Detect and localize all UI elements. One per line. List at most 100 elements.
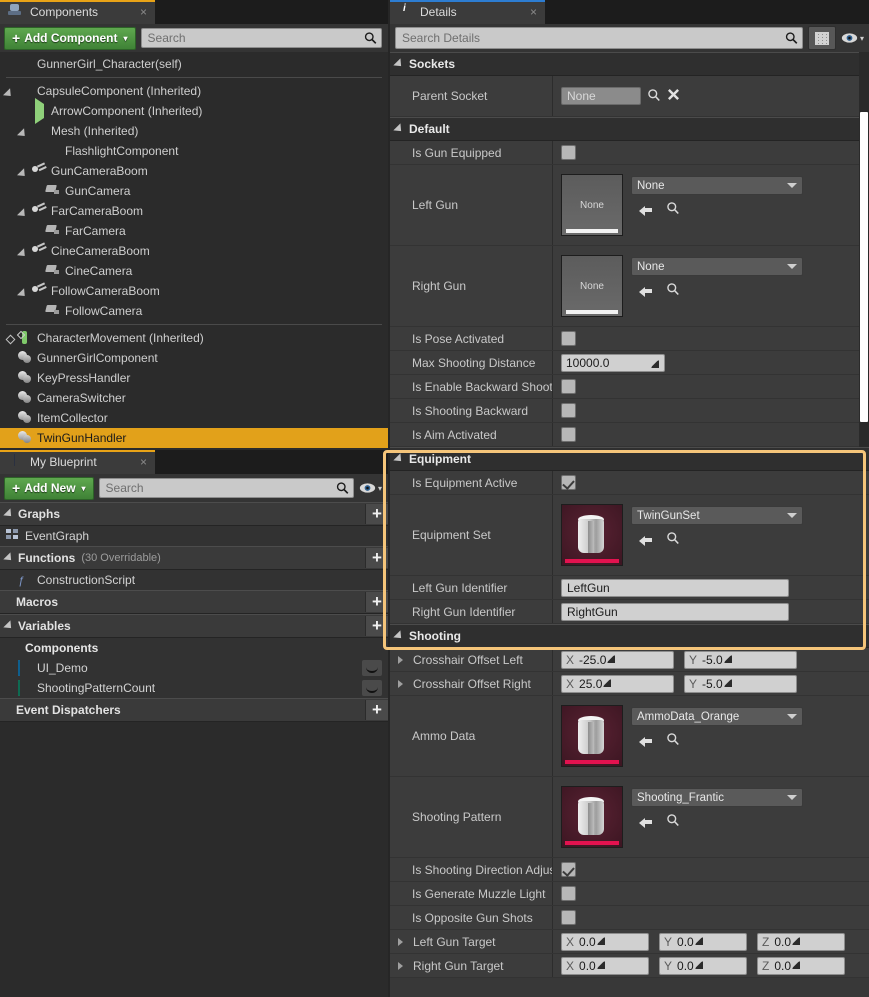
add-new-button[interactable]: + Add New ▾ [4,476,94,500]
add-functions-button[interactable]: + [365,548,388,568]
spinner-icon[interactable] [723,653,733,667]
browse-icon[interactable] [647,88,661,105]
details-eye-button[interactable]: ▾ [841,32,864,44]
vector-component-input[interactable]: X -25.0 [561,650,674,669]
component-tree-item[interactable]: CharacterMovement (Inherited) [0,328,388,348]
collapse-arrow-icon[interactable] [398,937,408,946]
expand-arrow-icon[interactable] [3,508,15,520]
details-content[interactable]: Sockets Parent Socket None Default Is Gun Eq… [390,52,869,993]
component-tree-item[interactable]: Mesh (Inherited) [0,121,388,141]
component-tree-item[interactable]: GunnerGirl_Character(self) [0,54,388,74]
component-tree-item[interactable]: CapsuleComponent (Inherited) [0,81,388,101]
browse-to-asset-icon[interactable] [666,732,680,749]
empty-thumbnail[interactable]: None [561,255,623,317]
spinner-icon[interactable] [723,677,733,691]
checkbox[interactable] [561,145,576,160]
add-variables-button[interactable]: + [365,616,388,636]
checkbox[interactable] [561,862,576,877]
asset-combo-box[interactable]: TwinGunSet [631,506,803,525]
spinner-icon[interactable] [650,358,660,368]
use-selected-asset-icon[interactable] [639,816,652,828]
checkbox[interactable] [561,910,576,925]
vector-component-input[interactable]: Z 0.0 [757,932,845,951]
my-blueprint-section-header[interactable]: Functions (30 Overridable) + [0,546,388,570]
vector-component-input[interactable]: Y 0.0 [659,932,747,951]
checkbox[interactable] [561,427,576,442]
vector-component-input[interactable]: Z 0.0 [757,956,845,975]
component-tree-item[interactable]: FarCamera [0,221,388,241]
eye-closed-icon[interactable] [362,680,382,696]
browse-to-asset-icon[interactable] [666,201,680,218]
expand-arrow-icon[interactable] [393,630,405,642]
component-tree-item[interactable]: FlashlightComponent [0,141,388,161]
my-blueprint-search-input[interactable]: Search [98,478,354,498]
component-tree-item[interactable]: FarCameraBoom [0,201,388,221]
spinner-icon[interactable] [791,935,801,949]
my-blueprint-item[interactable]: UI_Demo [0,658,388,678]
use-selected-asset-icon[interactable] [639,285,652,297]
asset-thumbnail[interactable] [561,705,623,767]
component-tree-item[interactable]: FollowCamera [0,301,388,321]
spinner-icon[interactable] [602,677,612,691]
asset-thumbnail[interactable] [561,786,623,848]
use-selected-asset-icon[interactable] [639,204,652,216]
my-blueprint-eye-button[interactable]: ▾ [359,482,382,494]
details-search-input[interactable]: Search Details [395,27,803,49]
my-blueprint-item[interactable]: Components [0,0,869,997]
asset-combo-box[interactable]: AmmoData_Orange [631,707,803,726]
expand-arrow-icon[interactable] [20,246,30,256]
checkbox[interactable] [561,403,576,418]
spinner-icon[interactable] [606,653,616,667]
tab-details[interactable]: Details × [390,0,545,24]
spinner-icon[interactable] [694,959,704,973]
details-category-header[interactable]: Default [390,117,869,141]
tab-components[interactable]: Components × [0,0,155,24]
my-blueprint-section-header[interactable]: Macros + [0,590,388,614]
component-tree-item[interactable]: KeyPressHandler [0,368,388,388]
use-selected-asset-icon[interactable] [639,735,652,747]
vector-component-input[interactable]: X 0.0 [561,932,649,951]
vector-component-input[interactable]: X 0.0 [561,956,649,975]
my-blueprint-section-header[interactable]: Graphs + [0,502,388,526]
details-category-header[interactable]: Shooting [390,624,869,648]
checkbox[interactable] [561,886,576,901]
component-tree-item[interactable]: GunCameraBoom [0,161,388,181]
add-graphs-button[interactable]: + [365,504,388,524]
component-tree-item[interactable]: ArrowComponent (Inherited) [0,97,388,124]
my-blueprint-section-header[interactable]: Variables + [0,614,388,638]
expand-arrow-icon[interactable] [20,286,30,296]
expand-arrow-icon[interactable] [393,453,405,465]
diamond-icon[interactable] [5,333,16,345]
spinner-icon[interactable] [596,959,606,973]
expand-arrow-icon[interactable] [393,123,405,135]
details-category-header[interactable]: Equipment [390,447,869,471]
collapse-arrow-icon[interactable] [398,679,408,688]
asset-combo-box[interactable]: Shooting_Frantic [631,788,803,807]
component-tree-item[interactable]: CineCameraBoom [0,241,388,261]
spinner-icon[interactable] [694,935,704,949]
collapse-arrow-icon[interactable] [398,961,408,970]
checkbox[interactable] [561,475,576,490]
my-blueprint-item[interactable]: ShootingPatternCount [0,678,388,698]
asset-thumbnail[interactable] [561,504,623,566]
browse-to-asset-icon[interactable] [666,531,680,548]
details-scrollbar-thumb[interactable] [860,112,868,422]
spinner-icon[interactable] [791,959,801,973]
expand-arrow-icon[interactable] [3,552,15,564]
expand-arrow-icon[interactable] [20,206,30,216]
asset-combo-box[interactable]: None [631,257,803,276]
number-input[interactable]: 10000.0 [561,353,665,372]
add-event-dispatchers-button[interactable]: + [365,700,388,720]
expand-arrow-icon[interactable] [393,58,405,70]
my-blueprint-item[interactable]: EventGraph [0,0,869,997]
details-category-header[interactable]: Sockets [390,52,869,76]
browse-to-asset-icon[interactable] [666,282,680,299]
clear-icon[interactable] [667,88,680,104]
my-blueprint-section-header[interactable]: Event Dispatchers + [0,698,388,722]
vector-component-input[interactable]: Y -5.0 [684,650,797,669]
checkbox[interactable] [561,379,576,394]
use-selected-asset-icon[interactable] [639,534,652,546]
close-icon[interactable]: × [140,455,147,469]
component-tree-item[interactable]: FollowCameraBoom [0,281,388,301]
component-tree-item[interactable]: TwinGunHandler [0,428,388,448]
